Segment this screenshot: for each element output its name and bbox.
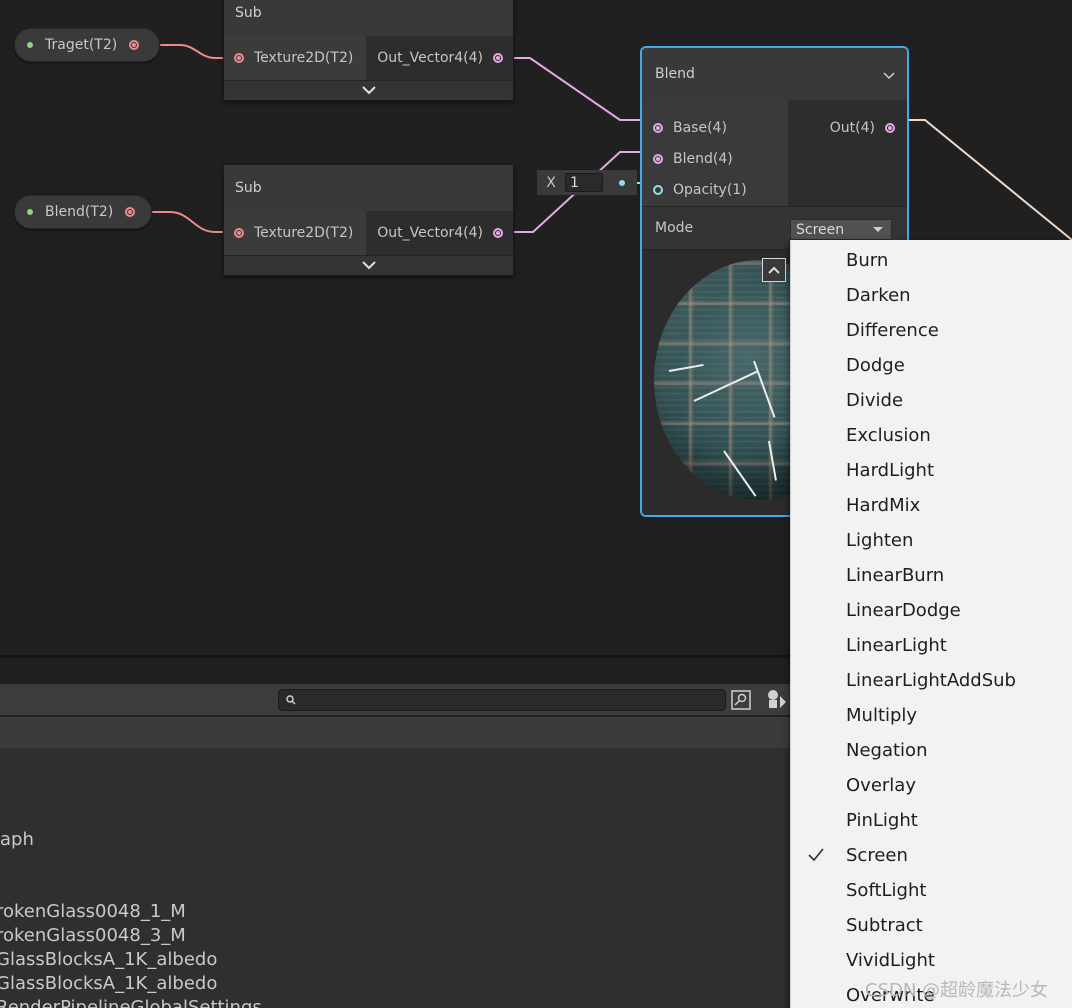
- chevron-down-icon: [361, 261, 376, 270]
- menu-item-linearlight[interactable]: LinearLight: [846, 628, 947, 663]
- node-title: Sub: [224, 0, 513, 36]
- menu-item-subtract[interactable]: Subtract: [846, 908, 923, 943]
- output-label: Out_Vector4(4): [377, 50, 483, 66]
- filter-by-type-icon[interactable]: [766, 688, 788, 710]
- chevron-up-icon: [768, 266, 780, 274]
- input-slot[interactable]: Texture2D(T2): [224, 36, 366, 80]
- property-node-traget[interactable]: Traget(T2): [14, 28, 160, 62]
- input-label: Texture2D(T2): [254, 225, 354, 241]
- output-port[interactable]: [125, 207, 136, 217]
- input-slot-blend[interactable]: Blend(4): [642, 143, 788, 174]
- menu-item-burn[interactable]: Burn: [846, 243, 888, 278]
- search-type-icon[interactable]: [731, 690, 751, 710]
- property-node-blend[interactable]: Blend(T2): [14, 195, 152, 229]
- output-slot[interactable]: Out_Vector4(4): [366, 211, 513, 255]
- input-port[interactable]: [234, 228, 244, 238]
- input-port[interactable]: [653, 184, 663, 195]
- connector-dot: [619, 179, 625, 186]
- input-slot-opacity[interactable]: Opacity(1): [642, 174, 788, 205]
- menu-item-lighten[interactable]: Lighten: [846, 523, 913, 558]
- property-indicator: [27, 42, 33, 48]
- input-label: Opacity(1): [673, 181, 747, 198]
- panel-header: [0, 717, 800, 748]
- output-port[interactable]: [129, 40, 140, 50]
- input-port[interactable]: [653, 122, 663, 133]
- output-port[interactable]: [885, 122, 895, 133]
- mode-label: Mode: [655, 220, 694, 236]
- input-slot-base[interactable]: Base(4): [642, 112, 788, 143]
- field-label: X: [546, 174, 556, 191]
- asset-item[interactable]: GlassBlocksA_1K_albedo: [0, 973, 217, 994]
- output-label: Out_Vector4(4): [377, 225, 483, 241]
- menu-item-pinlight[interactable]: PinLight: [846, 803, 918, 838]
- asset-item[interactable]: rokenGlass0048_1_M: [0, 901, 186, 922]
- menu-item-linearburn[interactable]: LinearBurn: [846, 558, 944, 593]
- input-slot[interactable]: Texture2D(T2): [224, 211, 366, 255]
- menu-item-lineardodge[interactable]: LinearDodge: [846, 593, 961, 628]
- check-icon: [808, 848, 824, 862]
- asset-item[interactable]: aph: [0, 829, 34, 850]
- menu-item-hardmix[interactable]: HardMix: [846, 488, 920, 523]
- menu-item-hardlight[interactable]: HardLight: [846, 453, 934, 488]
- chevron-down-icon[interactable]: [883, 72, 895, 80]
- menu-item-dodge[interactable]: Dodge: [846, 348, 905, 383]
- input-label: Base(4): [673, 119, 727, 136]
- watermark-text: CSDN @超龄魔法少女: [865, 980, 1049, 1001]
- menu-item-vividlight[interactable]: VividLight: [846, 943, 935, 978]
- sub-node-2[interactable]: Sub Texture2D(T2) Out_Vector4(4): [223, 164, 514, 276]
- wire-out: [888, 119, 1072, 241]
- search-icon: [286, 695, 296, 705]
- asset-item[interactable]: rokenGlass0048_3_M: [0, 925, 186, 946]
- input-port[interactable]: [653, 153, 663, 164]
- asset-item[interactable]: RenderPipelineGlobalSettings: [0, 997, 262, 1008]
- output-port[interactable]: [493, 228, 503, 238]
- expand-button[interactable]: [224, 255, 513, 275]
- panel-divider[interactable]: [0, 655, 800, 658]
- menu-item-darken[interactable]: Darken: [846, 278, 911, 313]
- menu-item-linearlightaddsub[interactable]: LinearLightAddSub: [846, 663, 1016, 698]
- menu-item-exclusion[interactable]: Exclusion: [846, 418, 931, 453]
- collapse-preview-button[interactable]: [762, 258, 786, 282]
- output-slot[interactable]: Out(4): [830, 112, 895, 143]
- input-label: Blend(4): [673, 150, 733, 167]
- property-label: Traget(T2): [45, 37, 118, 53]
- menu-item-difference[interactable]: Difference: [846, 313, 939, 348]
- search-input[interactable]: [278, 689, 726, 711]
- asset-item[interactable]: GlassBlocksA_1K_albedo: [0, 949, 217, 970]
- opacity-value-input[interactable]: 1: [565, 173, 603, 192]
- output-port[interactable]: [493, 53, 503, 63]
- chevron-down-icon: [361, 86, 376, 95]
- opacity-inline-field[interactable]: X 1: [537, 170, 637, 195]
- sub-node-1[interactable]: Sub Texture2D(T2) Out_Vector4(4): [223, 0, 514, 101]
- menu-item-multiply[interactable]: Multiply: [846, 698, 917, 733]
- input-label: Texture2D(T2): [254, 50, 354, 66]
- output-label: Out(4): [829, 119, 875, 136]
- menu-item-overlay[interactable]: Overlay: [846, 768, 916, 803]
- node-title: Sub: [224, 165, 513, 211]
- wire-sub1-to-base: [498, 57, 658, 121]
- mode-select-value: Screen: [796, 221, 845, 238]
- caret-down-icon: [873, 227, 883, 232]
- menu-item-softlight[interactable]: SoftLight: [846, 873, 926, 908]
- mode-dropdown-menu: Burn Darken Difference Dodge Divide Excl…: [790, 240, 1072, 1008]
- menu-item-divide[interactable]: Divide: [846, 383, 903, 418]
- expand-button[interactable]: [224, 80, 513, 100]
- input-port[interactable]: [234, 53, 244, 63]
- menu-item-screen[interactable]: Screen: [846, 838, 908, 873]
- property-label: Blend(T2): [45, 204, 114, 220]
- menu-item-negation[interactable]: Negation: [846, 733, 927, 768]
- output-slot[interactable]: Out_Vector4(4): [366, 36, 513, 80]
- property-indicator: [27, 209, 33, 215]
- node-title: Blend: [655, 66, 695, 82]
- mode-select[interactable]: Screen: [790, 219, 892, 240]
